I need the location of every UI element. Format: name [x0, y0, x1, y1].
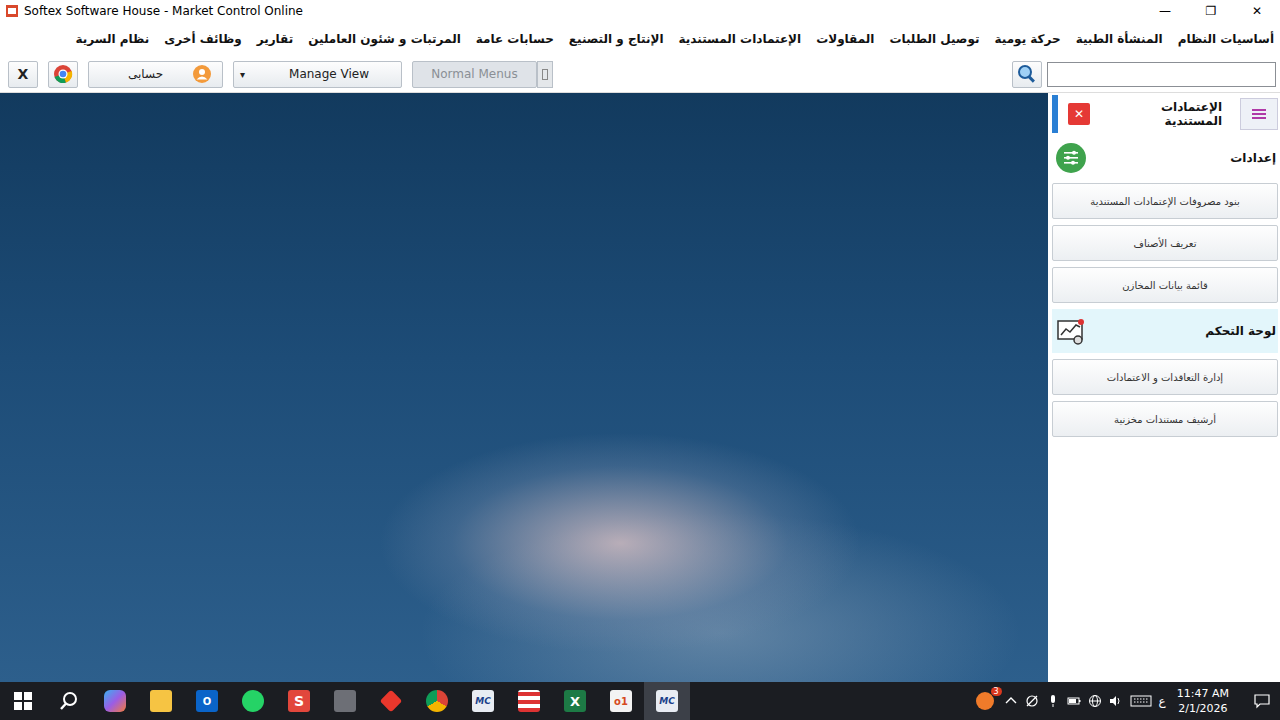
menu-item[interactable]: حسابات عامة — [476, 32, 554, 46]
calc-icon — [334, 690, 356, 712]
menu-item[interactable]: توصيل الطلبات — [889, 32, 979, 46]
sidebar-item[interactable]: قائمة بيانات المخازن — [1052, 267, 1278, 303]
taskbar-app[interactable]: o1 — [598, 682, 644, 720]
taskbar-app[interactable] — [414, 682, 460, 720]
window-control[interactable]: ❐ — [1188, 4, 1234, 18]
toolbar: X حسابى ▾ Manage View Normal Menus — [0, 56, 1280, 93]
menu-item[interactable]: المرتبات و شئون العاملين — [308, 32, 460, 46]
taskbar-app[interactable]: O — [184, 682, 230, 720]
system-tray: 3 ع 11:47 AM 2/1/2026 — [973, 686, 1280, 716]
search-icon — [59, 691, 79, 711]
close-button[interactable]: X — [8, 61, 38, 88]
menu-bar: أساسيات النظام المنشأة الطبية حركة يومية تو… — [0, 22, 1280, 56]
sidebar-header: الإعتمادات المستندية ✕ — [1052, 95, 1278, 133]
menu-item[interactable]: حركة يومية — [995, 32, 1061, 46]
excel-icon: X — [564, 690, 586, 712]
language-indicator[interactable]: ع — [1159, 694, 1166, 708]
clock[interactable]: 11:47 AM 2/1/2026 — [1173, 686, 1233, 716]
window-title: Softex Software House - Market Control O… — [24, 4, 303, 18]
whatsapp-icon — [242, 690, 264, 712]
menu-item[interactable]: نظام السرية — [76, 32, 150, 46]
chrome-icon — [53, 64, 73, 84]
tray-badge: 3 — [991, 687, 1002, 696]
title-bar: Softex Software House - Market Control O… — [0, 0, 1280, 22]
sidebar-item[interactable]: بنود مصروفات الإعتمادات المستندية — [1052, 183, 1278, 219]
taskbar-app[interactable] — [138, 682, 184, 720]
windows-icon — [13, 691, 33, 711]
taskbar-app[interactable] — [368, 682, 414, 720]
sidebar-title: الإعتمادات المستندية — [1108, 100, 1222, 128]
window-control[interactable]: ✕ — [1234, 4, 1280, 18]
notification-app-icon — [976, 692, 994, 710]
taskbar: O S MC Xo1 MC 3 ع 11:47 AM 2/1/2026 — [0, 682, 1280, 720]
search-button[interactable] — [46, 682, 92, 720]
window-control[interactable]: — — [1142, 4, 1188, 18]
menu-button[interactable] — [1240, 98, 1278, 130]
user-icon — [193, 65, 211, 83]
wallpaper — [0, 93, 1048, 682]
sidebar-section[interactable]: لوحة التحكم — [1052, 309, 1278, 353]
normal-menus-button[interactable]: Normal Menus — [412, 61, 537, 88]
start-button[interactable] — [0, 682, 46, 720]
sidebar-item[interactable]: إدارة التعاقدات و الاعتمادات — [1052, 359, 1278, 395]
speaker-icon[interactable] — [1109, 694, 1123, 708]
sidebar-close-button[interactable]: ✕ — [1068, 103, 1090, 125]
menu-item[interactable]: الإنتاج و التصنيع — [569, 32, 664, 46]
refresh-button[interactable] — [48, 61, 78, 88]
menu-item[interactable]: المقاولات — [816, 32, 874, 46]
menu-item[interactable]: المنشأة الطبية — [1076, 32, 1163, 46]
magnifier-icon — [1017, 64, 1037, 84]
menus-toggle[interactable] — [537, 61, 553, 88]
mc-icon: MC — [656, 690, 678, 712]
screen: Softex Software House - Market Control O… — [0, 0, 1280, 720]
search-input[interactable] — [1047, 62, 1276, 87]
menu-item[interactable]: تقارير — [257, 32, 294, 46]
menu-item[interactable]: وظائف أخرى — [164, 32, 241, 46]
sidebar: الإعتمادات المستندية ✕ إعدادات بنود مصرو… — [1048, 93, 1280, 682]
taskbar-app[interactable] — [506, 682, 552, 720]
sidebar-section[interactable]: إعدادات — [1052, 139, 1278, 177]
taskbar-app[interactable]: MC — [644, 682, 690, 720]
battery-icon[interactable] — [1067, 694, 1081, 708]
mc-icon: MC — [472, 690, 494, 712]
copilot-icon — [104, 690, 126, 712]
folder-icon — [150, 690, 172, 712]
menu-item[interactable]: أساسيات النظام — [1178, 32, 1274, 46]
microphone-icon[interactable] — [1046, 694, 1060, 708]
hamburger-icon — [1251, 106, 1267, 122]
menu-item[interactable]: الإعتمادات المستندية — [679, 32, 802, 46]
keyboard-icon[interactable] — [1130, 694, 1152, 708]
anydesk-icon — [380, 690, 403, 713]
office-icon: o1 — [610, 690, 632, 712]
settings-icon — [1056, 143, 1086, 173]
sidebar-item[interactable]: تعريف الأصناف — [1052, 225, 1278, 261]
outlook-icon: O — [196, 690, 218, 712]
taskbar-app[interactable]: X — [552, 682, 598, 720]
tray-app[interactable]: 3 — [973, 689, 997, 713]
search-button[interactable] — [1012, 61, 1042, 88]
taskbar-app[interactable] — [92, 682, 138, 720]
dashboard-icon — [1056, 316, 1086, 346]
chrome-icon — [426, 690, 448, 712]
taskbar-app[interactable] — [230, 682, 276, 720]
notifications-icon[interactable] — [1254, 693, 1270, 709]
manage-view-dropdown[interactable]: ▾ Manage View — [233, 61, 402, 88]
account-button[interactable]: حسابى — [88, 61, 223, 88]
app-icon — [6, 5, 18, 17]
chevron-up-icon[interactable] — [1004, 694, 1018, 708]
taskbar-app[interactable]: MC — [460, 682, 506, 720]
tool-icon — [518, 690, 540, 712]
globe-icon[interactable] — [1088, 694, 1102, 708]
taskbar-app[interactable] — [322, 682, 368, 720]
sapp-icon: S — [288, 690, 310, 712]
sidebar-item[interactable]: أرشيف مستندات مخزنية — [1052, 401, 1278, 437]
location-off-icon[interactable] — [1025, 694, 1039, 708]
taskbar-app[interactable]: S — [276, 682, 322, 720]
